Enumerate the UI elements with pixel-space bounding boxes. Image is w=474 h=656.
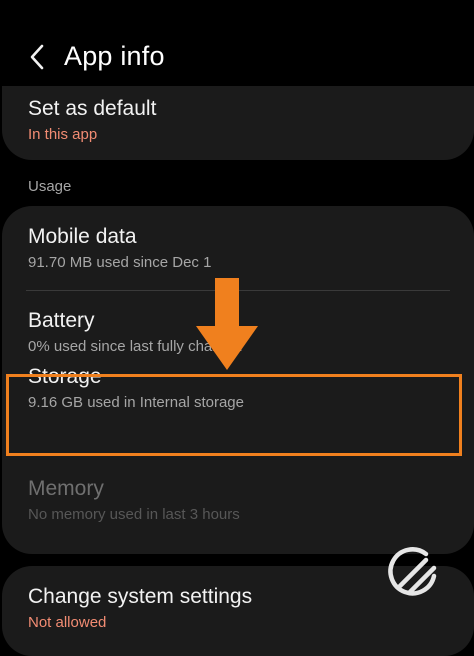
down-arrow-icon — [196, 278, 258, 370]
app-bar: App info — [0, 0, 474, 100]
chevron-left-icon — [30, 44, 44, 70]
mobile-data-label: Mobile data — [28, 225, 137, 248]
usage-section-header: Usage — [28, 178, 72, 195]
set-as-default-card: Set as default In this app — [2, 86, 474, 160]
memory-label: Memory — [28, 477, 104, 500]
change-system-settings-value: Not allowed — [28, 614, 107, 631]
back-button[interactable] — [22, 40, 52, 74]
storage-highlight-box — [6, 374, 462, 456]
logo-icon — [388, 547, 437, 596]
memory-sub: No memory used in last 3 hours — [28, 506, 240, 523]
memory-item[interactable]: Memory No memory used in last 3 hours — [28, 476, 454, 525]
set-as-default-item[interactable]: Set as default In this app — [28, 96, 454, 145]
mobile-data-sub: 91.70 MB used since Dec 1 — [28, 254, 212, 271]
set-as-default-value: In this app — [28, 126, 98, 143]
page-title: App info — [64, 41, 165, 71]
set-as-default-label: Set as default — [28, 97, 157, 120]
mobile-data-item[interactable]: Mobile data 91.70 MB used since Dec 1 — [28, 224, 454, 273]
